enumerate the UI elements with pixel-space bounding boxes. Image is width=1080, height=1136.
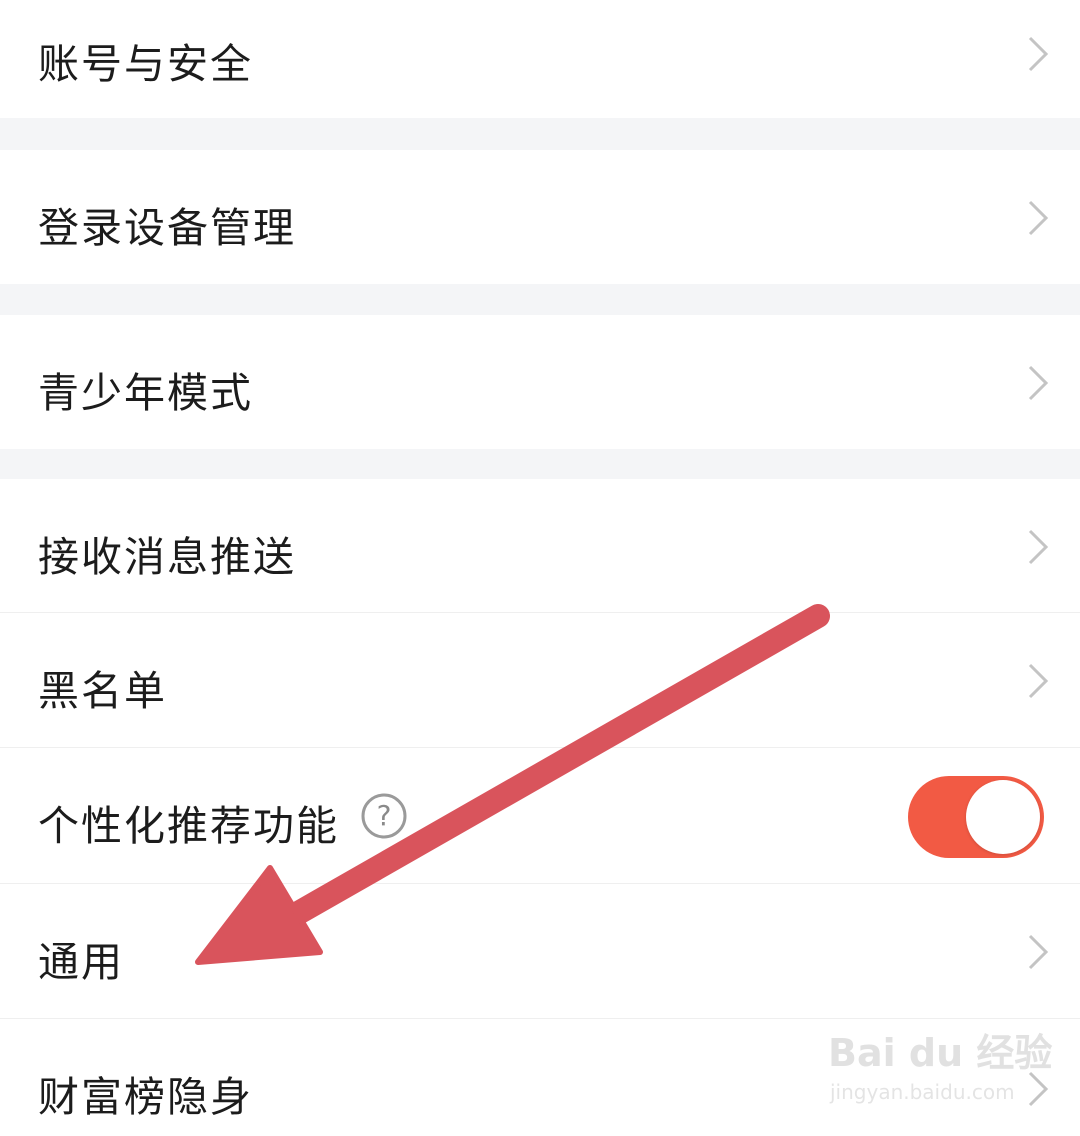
chevron-right-icon [1028,365,1049,401]
question-circle-icon[interactable]: ? [360,792,408,840]
settings-item-label: 个性化推荐功能 [38,802,339,850]
settings-item-label: 财富榜隐身 [38,1073,253,1121]
settings-item-label: 账号与安全 [38,40,253,88]
settings-item-push-notifications[interactable]: 接收消息推送 [0,479,1080,613]
chevron-right-icon [1028,36,1049,72]
settings-item-account-security[interactable]: 账号与安全 [0,0,1080,118]
chevron-right-icon [1028,934,1049,970]
settings-item-general[interactable]: 通用 [0,884,1080,1019]
settings-item-personalized-recommendation: 个性化推荐功能 ? [0,748,1080,884]
settings-item-label: 黑名单 [38,667,167,715]
watermark-url: jingyan.baidu.com [830,1080,1015,1104]
settings-item-label: 登录设备管理 [38,204,296,252]
chevron-right-icon [1028,663,1049,699]
watermark: Bai du 经验 jingyan.baidu.com [828,1022,1060,1114]
help-icon-glyph: ? [377,799,392,832]
section-gap [0,449,1080,479]
section-gap [0,118,1080,150]
settings-item-login-devices[interactable]: 登录设备管理 [0,150,1080,284]
settings-item-blacklist[interactable]: 黑名单 [0,613,1080,748]
settings-item-teen-mode[interactable]: 青少年模式 [0,315,1080,449]
settings-page: 账号与安全 登录设备管理 青少年模式 接收消息推送 黑名单 个性化推荐功能 ? … [0,0,1080,1136]
settings-item-label: 通用 [38,938,124,986]
section-gap [0,284,1080,315]
personalized-recommendation-toggle[interactable] [908,776,1044,858]
watermark-logo: Bai du 经验 [828,1031,1053,1075]
chevron-right-icon [1028,529,1049,565]
chevron-right-icon [1028,200,1049,236]
settings-item-label: 接收消息推送 [38,533,296,581]
toggle-knob [966,780,1040,854]
settings-item-label: 青少年模式 [38,369,253,417]
